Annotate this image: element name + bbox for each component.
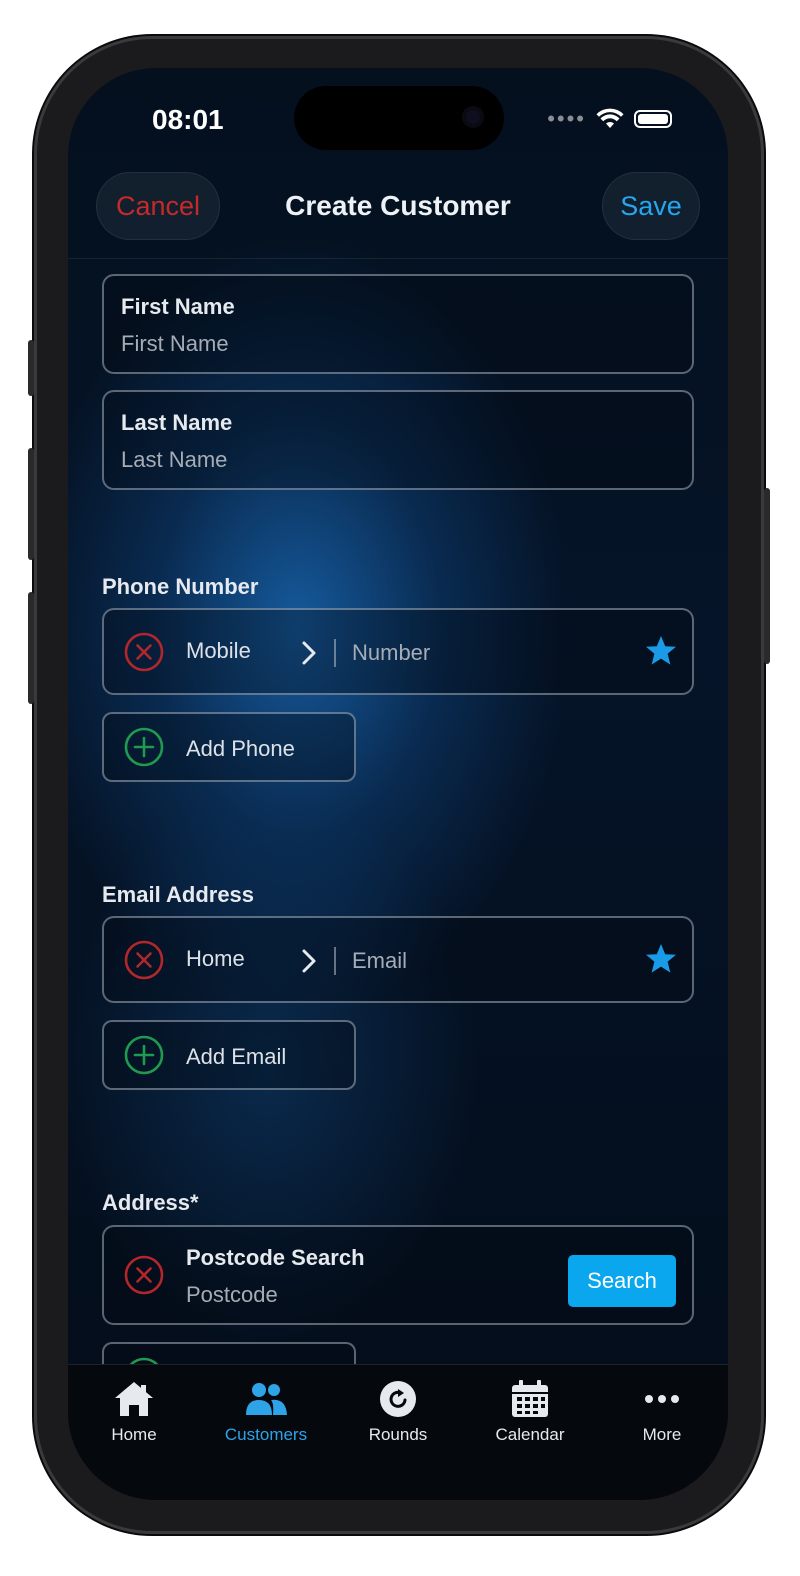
postcode-input[interactable]: Postcode bbox=[186, 1282, 278, 1308]
status-time: 08:01 bbox=[152, 104, 224, 135]
email-row: Home Email bbox=[102, 916, 694, 1003]
phone-section-title: Phone Number bbox=[102, 574, 259, 599]
tab-customers-label: Customers bbox=[224, 1425, 308, 1444]
first-name-label: First Name bbox=[121, 294, 235, 319]
add-email-label: Add Email bbox=[186, 1044, 287, 1069]
cellular-signal-icon: •••• bbox=[547, 106, 586, 131]
postcode-search-row: Postcode Search Postcode Search bbox=[102, 1225, 694, 1325]
primary-star-icon[interactable] bbox=[644, 942, 678, 976]
first-name-field[interactable]: First Name First Name bbox=[102, 274, 694, 374]
phone-number-input[interactable]: Number bbox=[352, 640, 430, 666]
field-divider bbox=[334, 639, 336, 667]
tab-rounds-label: Rounds bbox=[368, 1425, 428, 1444]
primary-star-icon[interactable] bbox=[644, 634, 678, 668]
postcode-search-label: Postcode Search bbox=[186, 1245, 365, 1270]
refresh-icon bbox=[380, 1381, 416, 1417]
address-section-title: Address* bbox=[102, 1190, 199, 1215]
tab-calendar[interactable]: Calendar bbox=[464, 1379, 596, 1445]
tab-home[interactable]: Home bbox=[68, 1379, 200, 1445]
tab-calendar-label: Calendar bbox=[495, 1425, 565, 1444]
search-button[interactable]: Search bbox=[568, 1255, 676, 1307]
camera-icon bbox=[462, 106, 484, 128]
tab-bar: Home Customers Rounds Calendar More bbox=[68, 1364, 728, 1500]
email-input[interactable]: Email bbox=[352, 948, 407, 974]
house-icon bbox=[115, 1382, 153, 1416]
dynamic-island bbox=[294, 86, 504, 150]
last-name-field[interactable]: Last Name Last Name bbox=[102, 390, 694, 490]
remove-address-icon[interactable] bbox=[124, 1255, 164, 1295]
tab-rounds[interactable]: Rounds bbox=[332, 1379, 464, 1445]
people-icon bbox=[246, 1383, 287, 1415]
add-phone-label: Add Phone bbox=[186, 736, 295, 761]
tab-more[interactable]: More bbox=[596, 1379, 728, 1445]
power-button bbox=[764, 488, 770, 664]
plus-circle-icon bbox=[124, 727, 164, 767]
remove-email-icon[interactable] bbox=[124, 940, 164, 980]
save-button[interactable]: Save bbox=[602, 172, 700, 240]
tab-customers[interactable]: Customers bbox=[200, 1379, 332, 1445]
chevron-right-icon[interactable] bbox=[300, 640, 318, 666]
email-section-title: Email Address bbox=[102, 882, 255, 907]
phone-type-selector[interactable]: Mobile bbox=[186, 638, 251, 664]
phone-row: Mobile Number bbox=[102, 608, 694, 695]
ellipsis-icon bbox=[645, 1395, 679, 1403]
navigation-bar: Cancel Create Customer Save bbox=[68, 168, 728, 259]
add-email-button[interactable]: Add Email bbox=[102, 1020, 356, 1090]
volume-down-button bbox=[28, 592, 34, 704]
wifi-icon bbox=[596, 108, 624, 128]
calendar-icon bbox=[512, 1380, 548, 1417]
email-type-selector[interactable]: Home bbox=[186, 946, 245, 972]
chevron-right-icon[interactable] bbox=[300, 948, 318, 974]
volume-up-button bbox=[28, 448, 34, 560]
tab-home-label: Home bbox=[111, 1425, 157, 1444]
battery-icon bbox=[634, 110, 672, 128]
status-icons: •••• bbox=[547, 108, 672, 130]
tab-more-label: More bbox=[642, 1425, 682, 1444]
last-name-input[interactable]: Last Name bbox=[121, 447, 227, 473]
last-name-label: Last Name bbox=[121, 410, 233, 435]
add-phone-button[interactable]: Add Phone bbox=[102, 712, 356, 782]
first-name-input[interactable]: First Name bbox=[121, 331, 229, 357]
plus-circle-icon bbox=[124, 1035, 164, 1075]
field-divider bbox=[334, 947, 336, 975]
remove-phone-icon[interactable] bbox=[124, 632, 164, 672]
action-button bbox=[28, 340, 34, 396]
app-screen: 08:01 •••• Cancel Create Customer Save F… bbox=[68, 68, 728, 1500]
